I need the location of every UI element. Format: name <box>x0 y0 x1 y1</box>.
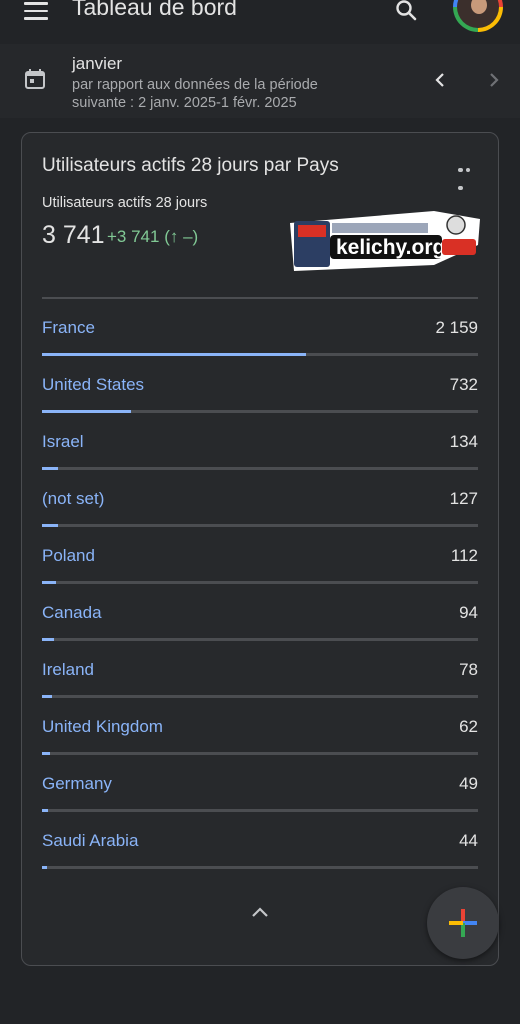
page-title: Tableau de bord <box>72 0 237 20</box>
share-bar-fill <box>42 524 58 527</box>
add-button[interactable] <box>427 887 499 959</box>
card-title: Utilisateurs actifs 28 jours par Pays <box>42 155 339 176</box>
table-row[interactable]: France 2 159 <box>42 301 478 358</box>
table-row[interactable]: Israel 134 <box>42 415 478 472</box>
user-count: 78 <box>459 660 478 679</box>
country-name[interactable]: Saudi Arabia <box>42 831 138 851</box>
avatar-photo <box>457 0 499 28</box>
avatar[interactable] <box>453 0 503 32</box>
table-row[interactable]: Poland 112 <box>42 529 478 586</box>
date-range-bar[interactable]: janvier par rapport aux données de la pé… <box>0 44 520 118</box>
share-bar-fill <box>42 695 52 698</box>
share-bar-track <box>42 866 478 869</box>
table-row[interactable]: Canada 94 <box>42 586 478 643</box>
share-bar-fill <box>42 581 56 584</box>
search-icon[interactable] <box>394 0 418 22</box>
country-list: France 2 159 United States 732 Israel 134 (not… <box>42 301 478 871</box>
sticker-text: kelichy.org <box>336 236 445 259</box>
metric-delta: +3 741 (↑ –) <box>107 227 199 246</box>
user-count: 732 <box>449 375 478 394</box>
table-row[interactable]: Germany 49 <box>42 757 478 814</box>
share-bar-fill <box>42 638 54 641</box>
date-comparison-text: par rapport aux données de la période su… <box>72 77 318 111</box>
country-name[interactable]: Canada <box>42 603 102 623</box>
date-range-label: janvier <box>72 54 123 73</box>
share-bar-fill <box>42 752 50 755</box>
share-bar-track <box>42 695 478 698</box>
share-bar-track <box>42 524 478 527</box>
country-users-card: Utilisateurs actifs 28 jours par Pays Ut… <box>21 132 499 966</box>
country-name[interactable]: Ireland <box>42 660 94 680</box>
share-bar-fill <box>42 353 306 356</box>
user-count: 112 <box>450 546 478 565</box>
share-bar-track <box>42 467 478 470</box>
user-count: 94 <box>459 603 478 622</box>
share-bar-fill <box>42 410 132 413</box>
metric-label: Utilisateurs actifs 28 jours <box>42 195 208 211</box>
country-name[interactable]: Germany <box>42 774 112 794</box>
share-bar-track <box>42 752 478 755</box>
share-bar-track <box>42 809 478 812</box>
country-name[interactable]: United Kingdom <box>42 717 163 737</box>
country-name[interactable]: France <box>42 318 95 338</box>
country-name[interactable]: Poland <box>42 546 95 566</box>
chevron-right-icon[interactable] <box>486 72 502 88</box>
user-count: 49 <box>459 774 478 793</box>
share-bar-fill <box>42 467 59 470</box>
country-name[interactable]: United States <box>42 375 144 395</box>
user-count: 134 <box>449 432 478 451</box>
table-row[interactable]: United Kingdom 62 <box>42 700 478 757</box>
share-bar-track <box>42 353 478 356</box>
share-bar-fill <box>42 809 49 812</box>
share-bar-track <box>42 581 478 584</box>
chevron-left-icon[interactable] <box>432 72 448 88</box>
country-name[interactable]: Israel <box>42 432 84 452</box>
kelichy-sticker-image: kelichy.org <box>290 211 480 271</box>
more-options-icon[interactable] <box>458 159 480 190</box>
share-bar-fill <box>42 866 48 869</box>
calendar-icon <box>25 69 45 89</box>
country-name[interactable]: (not set) <box>42 489 104 509</box>
top-app-bar: Tableau de bord <box>0 0 520 40</box>
table-row[interactable]: Ireland 78 <box>42 643 478 700</box>
chevron-up-icon[interactable] <box>250 905 270 919</box>
user-count: 44 <box>459 831 478 850</box>
share-bar-track <box>42 638 478 641</box>
table-divider <box>42 297 478 299</box>
menu-icon[interactable] <box>24 2 48 20</box>
user-count: 127 <box>449 489 478 508</box>
user-count: 62 <box>459 717 478 736</box>
table-row[interactable]: Saudi Arabia 44 <box>42 814 478 871</box>
share-bar-track <box>42 410 478 413</box>
plus-icon <box>449 909 477 937</box>
table-row[interactable]: (not set) 127 <box>42 472 478 529</box>
metric-value: 3 741 <box>42 221 105 249</box>
user-count: 2 159 <box>435 318 478 337</box>
table-row[interactable]: United States 732 <box>42 358 478 415</box>
